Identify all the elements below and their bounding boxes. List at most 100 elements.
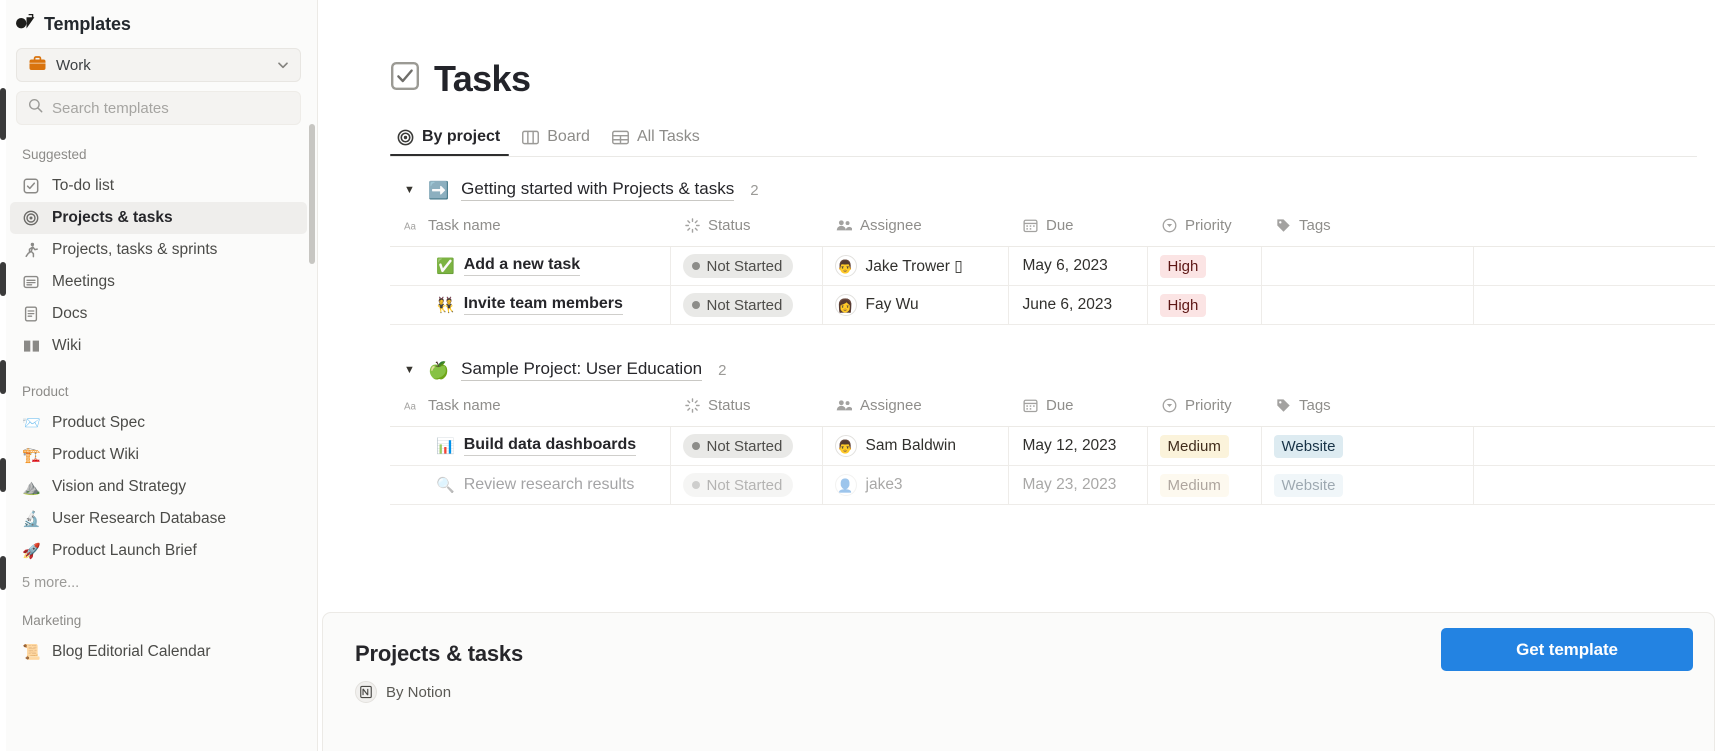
group-title[interactable]: Sample Project: User Education: [461, 359, 703, 381]
scrollbar-thumb[interactable]: [0, 360, 6, 394]
sidebar-item-docs[interactable]: Docs: [10, 298, 307, 330]
table-row[interactable]: 👯 Invite team members Not Started 👩 Fay W…: [390, 285, 1715, 325]
tab-board[interactable]: Board: [515, 122, 599, 156]
column-header-task-name[interactable]: Aa Task name: [390, 211, 670, 247]
status-label: Not Started: [706, 257, 783, 275]
status-label: Not Started: [706, 476, 783, 494]
sidebar-item-meetings[interactable]: Meetings: [10, 266, 307, 298]
cell-task-name[interactable]: ✅ Add a new task: [390, 246, 671, 286]
cell-tags[interactable]: [1261, 285, 1474, 325]
cell-empty: [1473, 465, 1715, 505]
cell-assignee[interactable]: 👨 Sam Baldwin: [822, 426, 1009, 466]
search-templates-field[interactable]: Search templates: [16, 91, 301, 125]
sidebar-item-wiki[interactable]: Wiki: [10, 330, 307, 362]
table-row[interactable]: 📊 Build data dashboards Not Started 👨 Sam…: [390, 426, 1715, 466]
sidebar-item-product-launch-brief[interactable]: 🚀 Product Launch Brief: [10, 535, 307, 567]
scrollbar-thumb[interactable]: [0, 88, 6, 140]
meeting-note-icon: [22, 274, 40, 290]
cell-due[interactable]: May 12, 2023: [1008, 426, 1148, 466]
page-scrollbar[interactable]: [0, 0, 6, 751]
column-header-assignee[interactable]: Assignee: [822, 391, 1008, 427]
table-row[interactable]: 🔍 Review research results Not Started 👤 j…: [390, 465, 1715, 505]
column-header-priority[interactable]: Priority: [1147, 211, 1261, 247]
column-header-priority[interactable]: Priority: [1147, 391, 1261, 427]
cell-task-name[interactable]: 👯 Invite team members: [390, 285, 671, 325]
cell-tags[interactable]: Website: [1261, 426, 1474, 466]
cell-due[interactable]: May 23, 2023: [1008, 465, 1148, 505]
tab-all-tasks[interactable]: All Tasks: [605, 122, 709, 156]
circle-chevron-icon: [1161, 218, 1177, 234]
column-label: Tags: [1299, 397, 1331, 414]
column-header-status[interactable]: Status: [670, 211, 822, 247]
column-header-task-name[interactable]: Aa Task name: [390, 391, 670, 427]
cell-priority[interactable]: High: [1147, 246, 1262, 286]
cell-priority[interactable]: Medium: [1147, 426, 1262, 466]
group-header[interactable]: ▼ ➡️ Getting started with Projects & tas…: [390, 179, 1715, 201]
sidebar-item-label: Docs: [52, 305, 88, 322]
svg-text:Aa: Aa: [404, 401, 417, 411]
column-header-due[interactable]: Due: [1008, 211, 1147, 247]
chevron-down-icon: [276, 58, 290, 72]
cell-due[interactable]: May 6, 2023: [1008, 246, 1148, 286]
cell-status[interactable]: Not Started: [670, 426, 823, 466]
cell-tags[interactable]: Website: [1261, 465, 1474, 505]
sidebar-scrollbar-thumb[interactable]: [309, 124, 315, 264]
sidebar-item-user-research-database[interactable]: 🔬 User Research Database: [10, 503, 307, 535]
sidebar-item-product-spec[interactable]: 📨 Product Spec: [10, 407, 307, 439]
column-header-due[interactable]: Due: [1008, 391, 1147, 427]
avatar: 👨: [834, 255, 857, 277]
group-header[interactable]: ▼ 🍏 Sample Project: User Education 2: [390, 359, 1715, 381]
group-count: 2: [718, 361, 727, 379]
cell-status[interactable]: Not Started: [670, 285, 823, 325]
open-book-icon: [22, 339, 40, 353]
cell-tags[interactable]: [1261, 246, 1474, 286]
column-label: Priority: [1185, 217, 1232, 234]
column-header-status[interactable]: Status: [670, 391, 822, 427]
sidebar-title: Templates: [44, 13, 131, 34]
task-title[interactable]: Invite team members: [463, 295, 623, 315]
cell-assignee[interactable]: 👩 Fay Wu: [822, 285, 1009, 325]
task-title[interactable]: Add a new task: [463, 256, 581, 276]
cell-assignee[interactable]: 👨 Jake Trower ▯: [822, 246, 1009, 286]
cell-task-name[interactable]: 🔍 Review research results: [390, 465, 671, 505]
cell-priority[interactable]: High: [1147, 285, 1262, 325]
column-label: Assignee: [860, 397, 922, 414]
column-header-tags[interactable]: Tags: [1261, 211, 1473, 247]
cell-status[interactable]: Not Started: [670, 465, 823, 505]
green-check-emoji: ✅: [436, 257, 455, 275]
scrollbar-thumb[interactable]: [0, 458, 6, 492]
show-more-product-button[interactable]: 5 more...: [0, 567, 317, 591]
sidebar-item-blog-editorial-calendar[interactable]: 📜 Blog Editorial Calendar: [10, 636, 307, 668]
checkbox-emoji: [390, 61, 420, 97]
column-header-add[interactable]: [1473, 391, 1715, 427]
cell-priority[interactable]: Medium: [1147, 465, 1262, 505]
text-aa-icon: Aa: [404, 398, 420, 414]
sidebar-item-projects-tasks-sprints[interactable]: Projects, tasks & sprints: [10, 234, 307, 266]
workspace-selector[interactable]: Work: [16, 48, 301, 82]
tab-by-project[interactable]: By project: [390, 122, 510, 156]
get-template-button[interactable]: Get template: [1441, 628, 1693, 671]
caret-down-icon[interactable]: ▼: [404, 364, 416, 376]
task-title[interactable]: Build data dashboards: [463, 436, 637, 456]
column-header-tags[interactable]: Tags: [1261, 391, 1473, 427]
sidebar-item-to-do-list[interactable]: To-do list: [10, 170, 307, 202]
task-title[interactable]: Review research results: [464, 476, 635, 495]
scrollbar-thumb[interactable]: [0, 556, 6, 590]
sidebar-item-vision-and-strategy[interactable]: ⛰️ Vision and Strategy: [10, 471, 307, 503]
scrollbar-thumb[interactable]: [0, 262, 6, 296]
cell-empty: [1473, 426, 1715, 466]
column-header-assignee[interactable]: Assignee: [822, 211, 1008, 247]
cell-status[interactable]: Not Started: [670, 246, 823, 286]
column-header-add[interactable]: [1473, 211, 1715, 247]
group-title[interactable]: Getting started with Projects & tasks: [461, 179, 735, 201]
cell-assignee[interactable]: 👤 jake3: [822, 465, 1009, 505]
cell-task-name[interactable]: 📊 Build data dashboards: [390, 426, 671, 466]
cell-due[interactable]: June 6, 2023: [1008, 285, 1148, 325]
people-icon: [836, 398, 852, 414]
mountain-emoji: ⛰️: [22, 478, 41, 496]
sidebar-item-product-wiki[interactable]: 🏗️ Product Wiki: [10, 439, 307, 471]
assignee-name: Sam Baldwin: [865, 437, 956, 454]
caret-down-icon[interactable]: ▼: [404, 184, 416, 196]
sidebar-item-projects-and-tasks[interactable]: Projects & tasks: [10, 202, 307, 234]
table-row[interactable]: ✅ Add a new task Not Started 👨 Jake Trowe…: [390, 246, 1715, 286]
